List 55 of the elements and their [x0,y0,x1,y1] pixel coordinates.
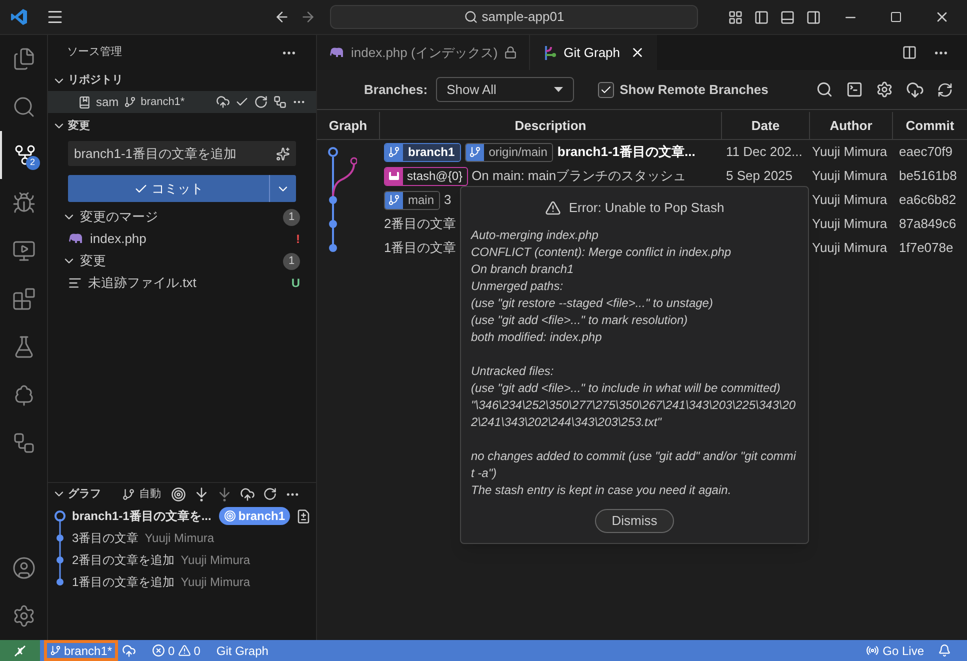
commit-author: Yuuji Mimura [180,552,250,569]
dialog-message-line: (use "git add <file>..." to mark resolution) [471,312,689,329]
dialog-title: Error: Unable to Pop Stash [568,199,724,218]
commit-author: Yuuji Mimura [144,530,214,547]
dialog-message-line: CONFLICT (content): Merge conflict in index.php [471,244,732,261]
commit-hash: be5161b8 [899,168,957,184]
branch-tag: branch1 [384,142,461,162]
commit-message: 1番目の文章を追加 [72,574,175,591]
dialog-message-line: Auto-merging index.php [471,227,600,244]
branch-badge: branch1 [219,507,290,525]
commit-hash: 87a849c6 [899,216,956,232]
warning-count: 0 [194,642,200,660]
dialog-message-line: Unmerged paths: [471,278,564,295]
file-status: U [291,275,300,292]
error-count: 0 [168,642,175,660]
dialog-message-line: Untracked files: [471,363,555,380]
count-badge: 2 [26,156,40,170]
commit-author: Yuuji Mimura [812,240,888,256]
dialog-message-line: (use "git add <file>..." to include in what will be committed) [471,380,782,397]
dialog-message-line: "\346\234\252\350\277\275\350\267\241\343\203\225\343\202\241\343\202\244\343\203\253.txt" [471,397,797,431]
commit-author: Yuuji Mimura [180,574,250,591]
repository-name: sam [96,94,119,111]
commit-date: 11 Dec 202... [726,144,802,160]
file-name: 未追跡ファイル.txt [88,274,198,292]
dialog-message-line: On branch branch1 [471,261,575,278]
commit-message: 2番目の文章を追加 [72,552,175,569]
search-text: sample-app01 [482,8,564,26]
commit-description: 2番目の文章 [384,215,456,234]
commit-hash: eaec70f9 [899,144,952,160]
dialog-message-line: The stash entry is kept in case you need it again. [471,482,732,499]
sidebar-title: ソース管理 [67,45,122,60]
count-badge: 1 [283,208,300,226]
branches-label: Branches: [364,80,428,99]
commit-message: branch1-1番目の文章を... [72,508,212,525]
commit-message: 3番目の文章 [72,530,139,547]
branch-tag: main [384,190,440,210]
file-status: ! [296,231,300,248]
dialog-message-line: no changes added to commit (use "git add" and/or "git commit -a") [471,448,798,482]
count-badge: 1 [283,252,300,270]
commit-author: Yuuji Mimura [812,192,888,208]
commit-description: 3 [444,191,452,210]
dialog-message-line: (use "git restore --staged <file>..." to unstage) [471,295,714,312]
branch-name: branch1* [140,94,185,110]
commit-author: Yuuji Mimura [812,216,888,232]
commit-author: Yuuji Mimura [812,168,888,184]
commit-description: On main: mainブランチのスタッシュ [472,167,686,186]
file-name: index.php [90,230,148,248]
commit-description: branch1-1番目の文章... [557,143,696,162]
commit-date: 5 Sep 2025 [726,168,793,184]
commit-hash: ea6c6b82 [899,192,956,208]
dialog-message-line: both modified: index.php [471,329,603,346]
stash-tag: stash@{0} [384,166,468,186]
commit-author: Yuuji Mimura [812,144,888,160]
commit-hash: 1f7e078e [899,240,954,256]
branch-tag: origin/main [464,142,554,162]
